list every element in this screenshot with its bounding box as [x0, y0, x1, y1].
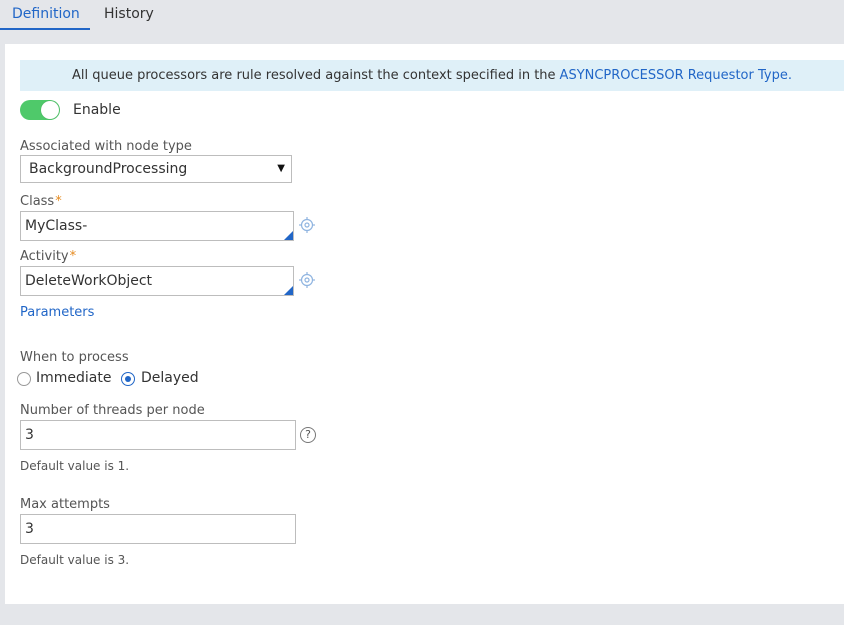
activity-input[interactable]: DeleteWorkObject [20, 266, 294, 296]
autocomplete-corner-icon [284, 286, 293, 295]
max-attempts-input[interactable]: 3 [20, 514, 296, 544]
activity-input-value: DeleteWorkObject [25, 273, 153, 289]
threads-input[interactable]: 3 [20, 420, 296, 450]
immediate-radio-label[interactable]: Immediate [36, 370, 111, 386]
dropdown-caret-icon: ▼ [277, 163, 285, 174]
autocomplete-corner-icon [284, 231, 293, 240]
max-attempts-hint: Default value is 3. [20, 553, 130, 567]
node-type-select[interactable]: BackgroundProcessing ▼ [20, 155, 292, 183]
help-icon[interactable]: ? [300, 427, 316, 443]
class-label: Class* [20, 194, 62, 209]
tab-definition[interactable]: Definition [12, 6, 80, 22]
class-input-value: MyClass- [25, 218, 88, 234]
definition-panel: All queue processors are rule resolved a… [5, 44, 844, 604]
delayed-radio-label[interactable]: Delayed [141, 370, 199, 386]
tab-bar: Definition History [0, 0, 844, 30]
tab-history[interactable]: History [104, 6, 154, 22]
activity-label: Activity* [20, 249, 77, 264]
info-banner: All queue processors are rule resolved a… [20, 60, 844, 91]
threads-input-value: 3 [25, 427, 34, 443]
banner-suffix: . [787, 68, 792, 83]
parameters-link[interactable]: Parameters [20, 305, 94, 320]
banner-text: All queue processors are rule resolved a… [72, 68, 556, 83]
enable-label: Enable [73, 102, 121, 118]
when-to-process-label: When to process [20, 350, 129, 365]
required-asterisk-icon: * [69, 249, 77, 264]
requestor-type-link[interactable]: ASYNCPROCESSOR Requestor Type [560, 68, 788, 83]
class-open-rule-icon[interactable] [299, 217, 315, 233]
max-attempts-input-value: 3 [25, 521, 34, 537]
active-tab-indicator [0, 28, 90, 30]
immediate-radio[interactable] [17, 372, 31, 386]
threads-hint: Default value is 1. [20, 459, 130, 473]
enable-toggle[interactable] [20, 100, 60, 120]
node-type-value: BackgroundProcessing [29, 161, 188, 177]
delayed-radio[interactable] [121, 372, 135, 386]
class-input[interactable]: MyClass- [20, 211, 294, 241]
required-asterisk-icon: * [55, 194, 62, 209]
max-attempts-label: Max attempts [20, 497, 110, 512]
node-type-label: Associated with node type [20, 139, 192, 154]
activity-open-rule-icon[interactable] [299, 272, 315, 288]
toggle-knob [41, 101, 59, 119]
threads-label: Number of threads per node [20, 403, 205, 418]
